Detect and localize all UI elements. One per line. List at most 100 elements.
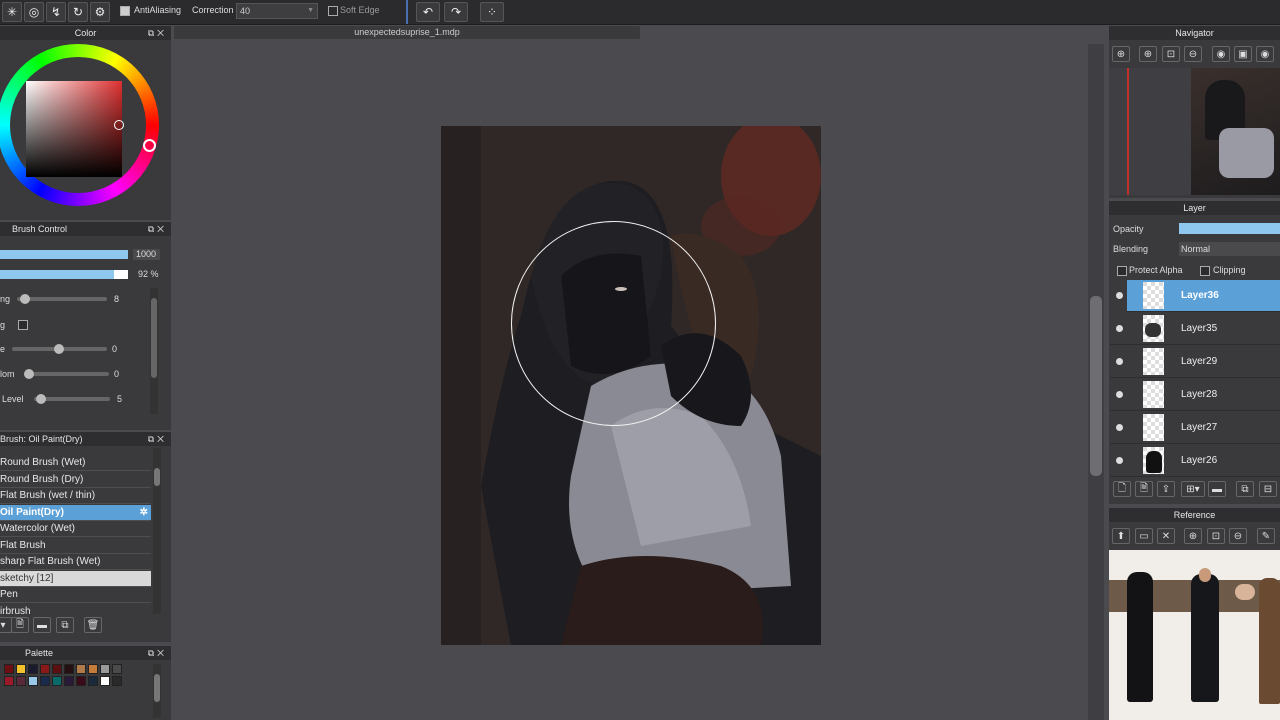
blending-select[interactable]: Normal xyxy=(1179,242,1280,256)
brush-item[interactable]: Round Brush (Wet) xyxy=(0,455,151,471)
brush-list[interactable]: Round Brush (Wet) Round Brush (Dry) Flat… xyxy=(0,448,151,614)
brush-row-checkbox[interactable] xyxy=(18,320,28,333)
clipping-checkbox[interactable] xyxy=(1200,266,1210,279)
reset-view-icon[interactable]: ▣ xyxy=(1234,46,1252,62)
visibility-eye-icon[interactable] xyxy=(1116,424,1123,431)
redo-icon[interactable]: ↷ xyxy=(444,2,468,22)
visibility-eye-icon[interactable] xyxy=(1116,292,1123,299)
layer-row[interactable]: Layer27 xyxy=(1110,412,1280,444)
settings-gear-icon[interactable]: ⚙ xyxy=(90,2,110,22)
select-ellipse-icon[interactable]: ◎ xyxy=(24,2,44,22)
add-layer-menu-icon[interactable]: ⊞▾ xyxy=(1181,481,1205,497)
palette-swatch[interactable] xyxy=(100,664,110,674)
layer-opacity-slider[interactable] xyxy=(1179,223,1280,234)
brush-item[interactable]: irbrush xyxy=(0,604,151,614)
panel-close-icon[interactable]: ⧉✕ xyxy=(148,222,167,236)
slider-knob[interactable] xyxy=(36,394,46,404)
palette-swatch[interactable] xyxy=(76,664,86,674)
brush-row-slider[interactable] xyxy=(24,372,109,376)
zoom-out-icon[interactable]: ⊖ xyxy=(1229,528,1247,544)
antialiasing-checkbox[interactable] xyxy=(120,6,130,19)
palette-swatch[interactable] xyxy=(112,664,122,674)
merge-layer-icon[interactable]: ⊟ xyxy=(1259,481,1277,497)
new-brush-icon[interactable]: 🗎 xyxy=(11,617,29,633)
slider-knob[interactable] xyxy=(24,369,34,379)
hue-picker-icon[interactable] xyxy=(143,139,156,152)
palette-swatches[interactable] xyxy=(4,664,134,686)
canvas-scrollbar[interactable] xyxy=(1088,44,1104,720)
brush-control-scrollbar[interactable] xyxy=(150,288,158,414)
fit-screen-icon[interactable]: ⊡ xyxy=(1162,46,1180,62)
brush-size-value[interactable]: 1000 xyxy=(133,249,160,260)
brush-item[interactable]: Pen xyxy=(0,587,151,603)
layer-row[interactable]: Layer29 xyxy=(1110,346,1280,378)
layer-folder-icon[interactable]: ▬ xyxy=(1208,481,1226,497)
zoom-in-icon[interactable]: ⊕ xyxy=(1184,528,1202,544)
import-layer-icon[interactable]: ⇪ xyxy=(1157,481,1175,497)
visibility-eye-icon[interactable] xyxy=(1116,358,1123,365)
palette-swatch[interactable] xyxy=(40,664,50,674)
close-icon[interactable]: ✕ xyxy=(1157,528,1175,544)
duplicate-layer-icon[interactable]: ⧉ xyxy=(1236,481,1254,497)
palette-swatch[interactable] xyxy=(16,664,26,674)
palette-swatch[interactable] xyxy=(64,664,74,674)
fit-screen-icon[interactable]: ⊡ xyxy=(1207,528,1225,544)
palette-swatch[interactable] xyxy=(112,676,122,686)
duplicate-icon[interactable]: ⧉ xyxy=(56,617,74,633)
palette-swatch[interactable] xyxy=(28,664,38,674)
slider-knob[interactable] xyxy=(54,344,64,354)
rotate-left-icon[interactable]: ◉ xyxy=(1212,46,1230,62)
brush-item[interactable]: Round Brush (Dry) xyxy=(0,472,151,488)
new-layer-icon[interactable]: 🗋 xyxy=(1113,481,1131,497)
zoom-in-icon[interactable]: ⊕ xyxy=(1139,46,1157,62)
palette-swatch[interactable] xyxy=(88,676,98,686)
visibility-eye-icon[interactable] xyxy=(1116,457,1123,464)
brush-settings-gear-icon[interactable]: ✲ xyxy=(140,505,148,520)
visibility-eye-icon[interactable] xyxy=(1116,391,1123,398)
palette-scrollbar[interactable] xyxy=(153,664,161,718)
correction-select[interactable]: 40 ▼ xyxy=(236,3,318,19)
palette-swatch[interactable] xyxy=(52,664,62,674)
trash-icon[interactable]: 🗑 xyxy=(84,617,102,633)
new-layer-alt-icon[interactable]: 🗎 xyxy=(1135,481,1153,497)
layer-row[interactable]: Layer28 xyxy=(1110,379,1280,411)
panel-close-icon[interactable]: ⧉✕ xyxy=(148,26,167,40)
brush-row-slider[interactable] xyxy=(17,297,107,301)
brush-item[interactable]: Flat Brush (wet / thin) xyxy=(0,488,151,504)
brush-item-selected[interactable]: Oil Paint(Dry) ✲ xyxy=(0,505,151,521)
brush-item[interactable]: sharp Flat Brush (Wet) xyxy=(0,554,151,570)
layer-row[interactable]: Layer26 xyxy=(1110,445,1280,477)
artwork-canvas[interactable] xyxy=(441,126,821,645)
palette-swatch[interactable] xyxy=(40,676,50,686)
brush-opacity-slider[interactable] xyxy=(0,270,114,279)
palette-swatch[interactable] xyxy=(28,676,38,686)
palette-swatch[interactable] xyxy=(76,676,86,686)
folder-icon[interactable]: ▬ xyxy=(33,617,51,633)
sv-picker-icon[interactable] xyxy=(114,120,124,130)
transform-icon[interactable]: ⁘ xyxy=(480,2,504,22)
brush-item[interactable]: Watercolor (Wet) xyxy=(0,521,151,537)
saturation-value-square[interactable] xyxy=(26,81,122,177)
protect-alpha-checkbox[interactable] xyxy=(1117,266,1127,279)
visibility-eye-icon[interactable] xyxy=(1116,325,1123,332)
zoom-in-icon[interactable]: ⊕ xyxy=(1112,46,1130,62)
palette-swatch[interactable] xyxy=(16,676,26,686)
lasso-icon[interactable]: ↯ xyxy=(46,2,66,22)
palette-swatch[interactable] xyxy=(100,676,110,686)
brush-size-slider[interactable] xyxy=(0,250,128,259)
navigator-preview[interactable] xyxy=(1109,68,1280,195)
panel-close-icon[interactable]: ⧉✕ xyxy=(148,646,167,660)
slider-knob[interactable] xyxy=(20,294,30,304)
rotate-icon[interactable]: ↻ xyxy=(68,2,88,22)
undo-icon[interactable]: ↶ xyxy=(416,2,440,22)
layer-row[interactable]: Layer35 xyxy=(1110,313,1280,345)
brush-list-scrollbar[interactable] xyxy=(153,448,161,614)
palette-swatch[interactable] xyxy=(88,664,98,674)
select-all-icon[interactable]: ✳ xyxy=(2,2,22,22)
open-folder-icon[interactable]: ▭ xyxy=(1135,528,1153,544)
layer-row-selected[interactable]: Layer36 xyxy=(1110,280,1280,312)
palette-swatch[interactable] xyxy=(4,676,14,686)
document-tab[interactable]: unexpectedsuprise_1.mdp xyxy=(174,26,640,39)
soft-edge-checkbox[interactable] xyxy=(328,6,338,19)
brush-item[interactable]: sketchy [12] xyxy=(0,571,151,587)
